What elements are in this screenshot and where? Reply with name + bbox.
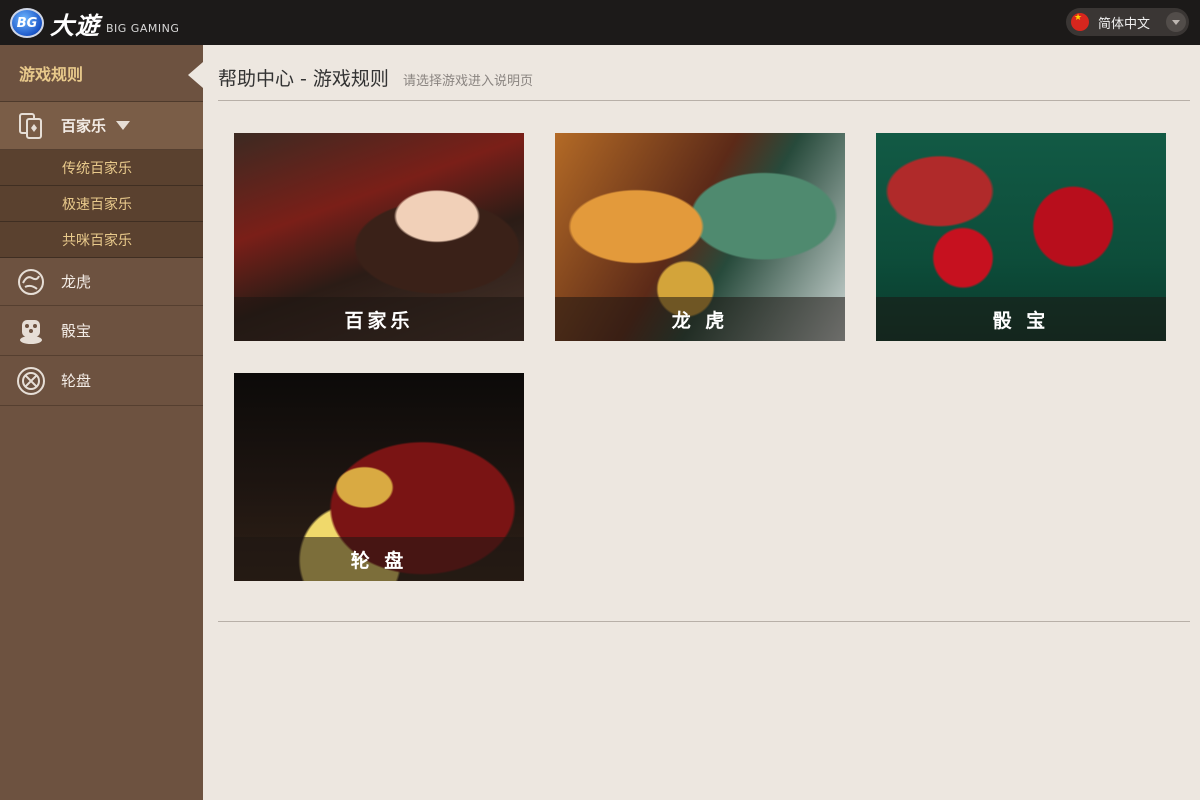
sidebar-item-label: 骰宝 xyxy=(61,322,92,340)
sidebar: 游戏规则 百家乐 传统百家乐 极速百家乐 共咪百家乐 龙虎 骰宝 轮盘 xyxy=(0,45,203,800)
dragon-icon xyxy=(16,267,46,297)
page-header: 帮助中心 - 游戏规则 请选择游戏进入说明页 xyxy=(218,64,533,91)
chevron-down-icon xyxy=(116,121,131,130)
sidebar-subitem-squeeze-baccarat[interactable]: 共咪百家乐 xyxy=(0,222,203,258)
game-card-roulette[interactable]: 轮 盘 xyxy=(234,373,524,581)
game-card-dragon-tiger[interactable]: 龙 虎 xyxy=(555,133,845,341)
game-card-label: 龙 虎 xyxy=(555,297,845,341)
sidebar-heading-label: 游戏规则 xyxy=(19,65,84,84)
active-pointer xyxy=(188,62,203,88)
sidebar-heading: 游戏规则 xyxy=(0,45,203,102)
sidebar-subitem-classic-baccarat[interactable]: 传统百家乐 xyxy=(0,150,203,186)
brand-logo[interactable]: BG 大遊 BIG GAMING xyxy=(10,7,180,40)
page-subtitle: 请选择游戏进入说明页 xyxy=(402,74,533,89)
divider-bottom xyxy=(218,621,1190,622)
chevron-down-icon[interactable] xyxy=(1166,12,1186,32)
roulette-icon xyxy=(16,366,46,396)
game-card-sicbo[interactable]: 骰 宝 xyxy=(876,133,1166,341)
china-flag-icon: ★ xyxy=(1071,13,1089,31)
sidebar-item-sicbo[interactable]: 骰宝 xyxy=(0,306,203,356)
language-selector[interactable]: ★ 简体中文 xyxy=(1066,8,1189,36)
logo-english-text: BIG GAMING xyxy=(106,21,180,35)
game-card-label: 骰 宝 xyxy=(876,297,1166,341)
divider-top xyxy=(218,100,1190,101)
logo-chinese-text: 大遊 xyxy=(50,11,100,40)
game-card-label: 百家乐 xyxy=(234,297,524,341)
dice-icon xyxy=(16,316,46,346)
sidebar-item-label: 百家乐 xyxy=(61,117,107,135)
main-content: 帮助中心 - 游戏规则 请选择游戏进入说明页 百家乐 龙 虎 骰 宝 轮 盘 xyxy=(203,45,1200,800)
game-card-label: 轮 盘 xyxy=(234,537,524,581)
sidebar-subitem-speed-baccarat[interactable]: 极速百家乐 xyxy=(0,186,203,222)
page-title: 帮助中心 - 游戏规则 xyxy=(218,68,389,90)
cards-icon xyxy=(16,111,46,141)
game-card-baccarat[interactable]: 百家乐 xyxy=(234,133,524,341)
sidebar-item-roulette[interactable]: 轮盘 xyxy=(0,356,203,406)
sidebar-item-baccarat[interactable]: 百家乐 xyxy=(0,102,203,150)
sidebar-item-dragon-tiger[interactable]: 龙虎 xyxy=(0,258,203,306)
bg-logo-icon: BG xyxy=(10,8,44,38)
sidebar-item-label: 龙虎 xyxy=(61,273,92,291)
language-label: 简体中文 xyxy=(1098,16,1151,32)
sidebar-item-label: 轮盘 xyxy=(61,372,92,390)
top-bar: BG 大遊 BIG GAMING ★ 简体中文 xyxy=(0,0,1200,45)
